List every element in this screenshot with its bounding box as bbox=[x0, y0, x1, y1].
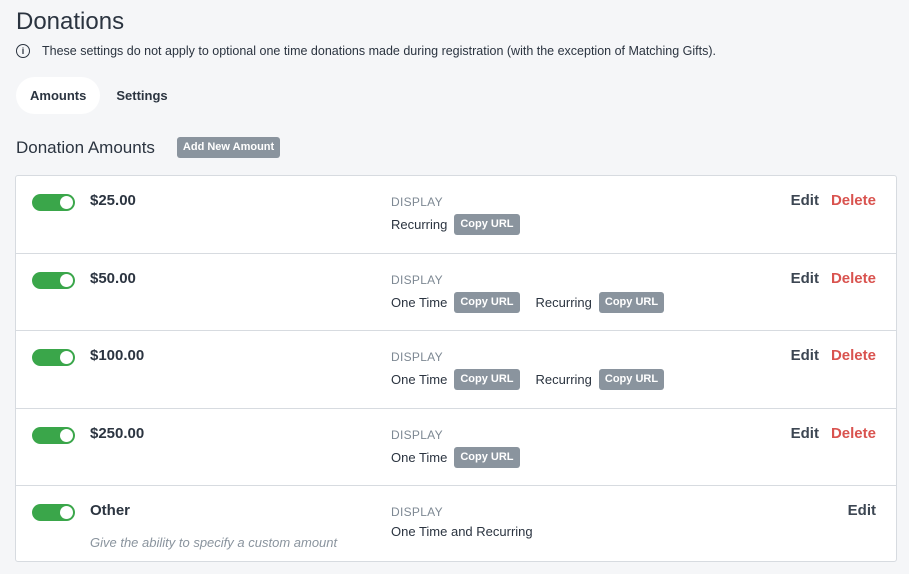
display-options: One Time Copy URL Recurring Copy URL bbox=[391, 291, 680, 313]
donation-amount-list: $25.00 DISPLAY Recurring Copy URL Edit D… bbox=[15, 175, 897, 562]
notice-text: These settings do not apply to optional … bbox=[42, 44, 716, 58]
row-actions: Edit Delete bbox=[791, 192, 876, 209]
enable-toggle[interactable] bbox=[32, 349, 75, 366]
display-label: DISPLAY bbox=[391, 505, 443, 519]
toggle-knob bbox=[60, 428, 73, 442]
amount-label: $25.00 bbox=[90, 192, 136, 209]
enable-toggle[interactable] bbox=[32, 504, 75, 521]
donation-row: $50.00 DISPLAY One Time Copy URL Recurri… bbox=[16, 254, 896, 331]
option-recurring: Recurring bbox=[391, 217, 448, 232]
edit-link[interactable]: Edit bbox=[791, 270, 819, 287]
edit-link[interactable]: Edit bbox=[848, 502, 876, 519]
page-title: Donations bbox=[16, 8, 125, 35]
enable-toggle[interactable] bbox=[32, 271, 75, 289]
copy-url-button[interactable]: Copy URL bbox=[598, 291, 665, 313]
amount-label: $250.00 bbox=[90, 424, 145, 442]
delete-link[interactable]: Delete bbox=[831, 347, 876, 364]
display-options: One Time Copy URL Recurring Copy URL bbox=[391, 369, 680, 390]
donation-row: $100.00 DISPLAY One Time Copy URL Recurr… bbox=[16, 331, 896, 409]
display-text: One Time and Recurring bbox=[391, 524, 533, 539]
display-options: One Time Copy URL bbox=[391, 446, 536, 468]
donation-row: $25.00 DISPLAY Recurring Copy URL Edit D… bbox=[16, 176, 896, 254]
amount-description: Give the ability to specify a custom amo… bbox=[90, 535, 338, 550]
toggle-knob bbox=[60, 273, 73, 287]
toggle-knob bbox=[60, 196, 73, 209]
amount-label: Other bbox=[90, 502, 131, 519]
add-new-amount-button[interactable]: Add New Amount bbox=[176, 137, 281, 158]
edit-link[interactable]: Edit bbox=[791, 347, 819, 364]
display-options: One Time and Recurring bbox=[391, 524, 540, 539]
row-actions: Edit Delete bbox=[791, 425, 876, 442]
donation-row: Other Give the ability to specify a cust… bbox=[16, 486, 896, 564]
display-options: Recurring Copy URL bbox=[391, 214, 536, 235]
option-one-time: One Time bbox=[391, 372, 448, 387]
tab-settings[interactable]: Settings bbox=[100, 77, 181, 114]
edit-link[interactable]: Edit bbox=[791, 425, 819, 442]
edit-link[interactable]: Edit bbox=[791, 192, 819, 209]
option-recurring: Recurring bbox=[535, 372, 592, 387]
row-actions: Edit Delete bbox=[791, 270, 876, 287]
option-one-time: One Time bbox=[391, 294, 448, 310]
section-title: Donation Amounts bbox=[16, 137, 155, 157]
enable-toggle[interactable] bbox=[32, 426, 75, 444]
display-label: DISPLAY bbox=[391, 427, 443, 442]
donation-row: $250.00 DISPLAY One Time Copy URL Edit D… bbox=[16, 409, 896, 486]
copy-url-button[interactable]: Copy URL bbox=[454, 369, 520, 390]
copy-url-button[interactable]: Copy URL bbox=[598, 369, 665, 390]
delete-link[interactable]: Delete bbox=[831, 270, 876, 287]
amount-label: $50.00 bbox=[90, 269, 136, 287]
info-circle-icon: i bbox=[16, 44, 30, 58]
tab-amounts[interactable]: Amounts bbox=[16, 77, 101, 114]
row-actions: Edit Delete bbox=[791, 347, 876, 364]
display-label: DISPLAY bbox=[391, 272, 443, 287]
toggle-knob bbox=[60, 351, 73, 364]
tab-bar: Amounts Settings bbox=[16, 77, 182, 114]
section-header: Donation Amounts Add New Amount bbox=[16, 137, 281, 158]
copy-url-button[interactable]: Copy URL bbox=[454, 214, 520, 235]
amount-label: $100.00 bbox=[90, 347, 145, 364]
display-label: DISPLAY bbox=[391, 195, 443, 209]
delete-link[interactable]: Delete bbox=[831, 192, 876, 209]
toggle-knob bbox=[60, 506, 73, 519]
notice: i These settings do not apply to optiona… bbox=[16, 44, 716, 58]
display-label: DISPLAY bbox=[391, 350, 443, 364]
copy-url-button[interactable]: Copy URL bbox=[454, 291, 520, 313]
row-actions: Edit bbox=[848, 502, 876, 519]
delete-link[interactable]: Delete bbox=[831, 425, 876, 442]
enable-toggle[interactable] bbox=[32, 194, 75, 211]
option-one-time: One Time bbox=[391, 449, 448, 465]
option-recurring: Recurring bbox=[535, 294, 592, 310]
copy-url-button[interactable]: Copy URL bbox=[454, 446, 520, 468]
